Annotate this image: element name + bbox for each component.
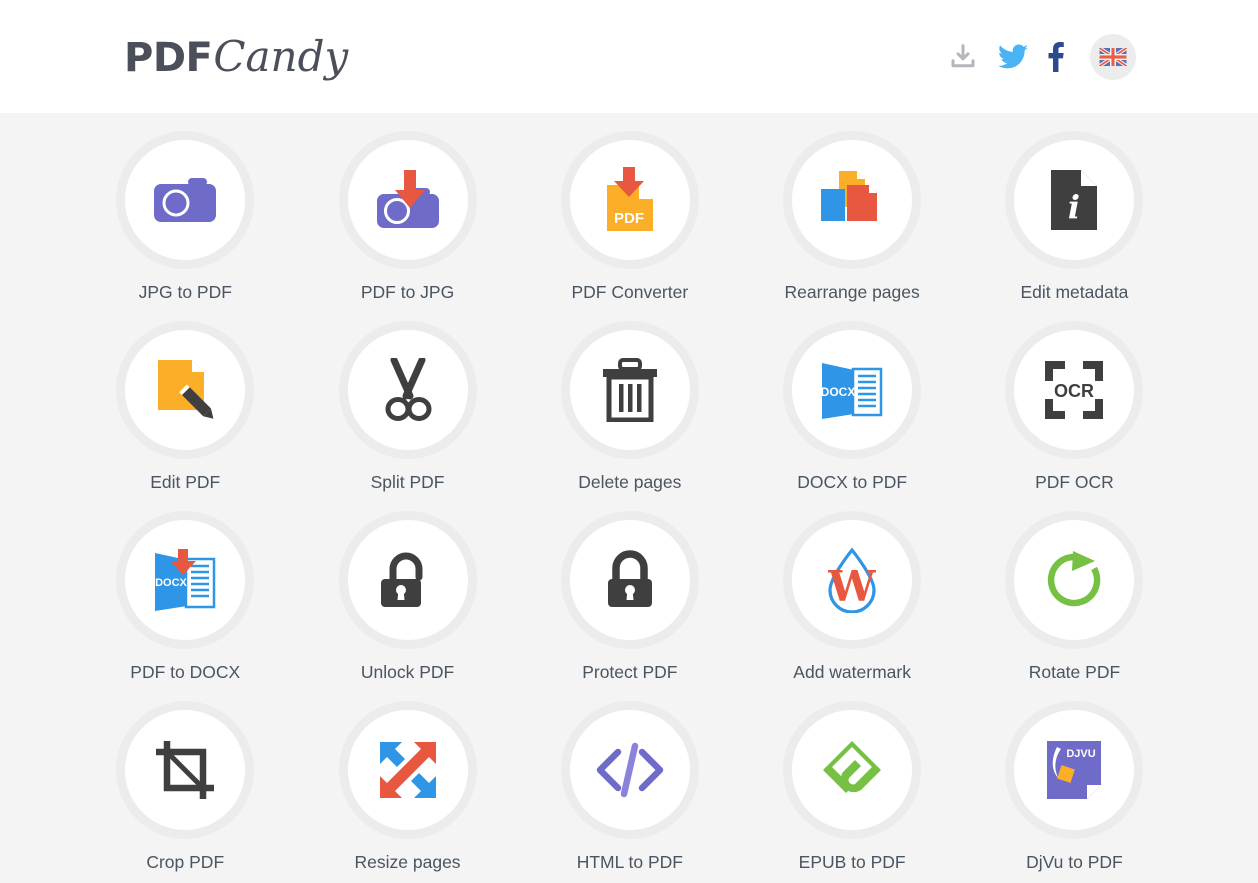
tool-pdf-to-docx[interactable]: DOCX PDF to DOCX [74, 509, 296, 699]
docx-book-download-icon: DOCX [152, 549, 218, 611]
tool-icon-circle [338, 321, 477, 459]
tool-icon-circle: W [783, 511, 922, 649]
tool-icon-circle: DOCX [116, 511, 255, 649]
scissors-icon [380, 358, 436, 422]
code-brackets-icon [595, 742, 665, 798]
ocr-frame-icon: OCR [1043, 359, 1105, 421]
docx-icon-text: DOCX [821, 385, 856, 399]
resize-arrows-icon [377, 739, 439, 801]
tool-label: Rotate PDF [1028, 662, 1121, 682]
logo-pdf-text: PDF [124, 34, 213, 81]
tool-label: PDF OCR [1035, 472, 1114, 492]
tool-edit-pdf[interactable]: Edit PDF [74, 319, 296, 509]
rotate-clockwise-icon [1043, 549, 1105, 611]
tool-rotate-pdf[interactable]: Rotate PDF [963, 509, 1185, 699]
tool-icon-circle [116, 321, 255, 459]
djvu-icon-text: DJVU [1067, 748, 1096, 760]
tool-label: DjVu to PDF [1026, 852, 1123, 872]
tool-label: PDF to DOCX [130, 662, 241, 682]
unlock-icon [379, 549, 437, 611]
tool-icon-circle [1005, 511, 1144, 649]
tool-icon-circle: DJVU [1005, 701, 1144, 839]
docx-book-icon: DOCX [819, 361, 885, 419]
tool-docx-to-pdf[interactable]: DOCX DOCX to PDF [741, 319, 963, 509]
tools-content: JPG to PDF PDF to JPG PDF PDF Converter … [0, 113, 1258, 883]
language-flag-icon [1099, 47, 1127, 66]
tool-resize-pages[interactable]: Resize pages [297, 699, 519, 883]
download-app-icon[interactable] [948, 42, 978, 72]
tool-icon-circle [116, 131, 255, 269]
tool-label: Split PDF [370, 472, 445, 492]
site-logo[interactable]: PDF Candy [124, 31, 349, 81]
tool-icon-circle [338, 701, 477, 839]
tool-icon-circle: OCR [1005, 321, 1144, 459]
tool-label: Resize pages [354, 852, 461, 872]
tool-label: Delete pages [578, 472, 682, 492]
tool-icon-circle: DOCX [783, 321, 922, 459]
pdf-document-download-icon: PDF [599, 167, 661, 233]
ocr-icon-text: OCR [1054, 381, 1094, 401]
header-actions [948, 33, 1136, 80]
tool-icon-circle [783, 701, 922, 839]
tool-icon-circle [560, 321, 699, 459]
language-selector[interactable] [1090, 33, 1136, 80]
info-icon-text: i [1068, 188, 1080, 226]
document-pencil-icon [154, 358, 216, 422]
tool-label: HTML to PDF [576, 852, 683, 872]
pages-stack-icon [819, 169, 885, 231]
tool-label: JPG to PDF [138, 282, 232, 302]
tool-label: Add watermark [793, 662, 911, 682]
pdf-icon-text: PDF [614, 210, 644, 227]
camera-download-icon [373, 168, 443, 232]
crop-icon [154, 739, 216, 801]
tool-add-watermark[interactable]: W Add watermark [741, 509, 963, 699]
tool-label: EPUB to PDF [798, 852, 906, 872]
tool-icon-circle [116, 701, 255, 839]
logo-candy-text: Candy [213, 31, 349, 81]
camera-icon [152, 174, 218, 226]
tool-label: PDF to JPG [360, 282, 455, 302]
tool-icon-circle [338, 131, 477, 269]
tool-label: DOCX to PDF [797, 472, 908, 492]
tool-icon-circle [338, 511, 477, 649]
tools-grid: JPG to PDF PDF to JPG PDF PDF Converter … [0, 129, 1258, 883]
tool-label: Crop PDF [146, 852, 225, 872]
lock-icon [605, 549, 655, 611]
tool-pdf-to-jpg[interactable]: PDF to JPG [297, 129, 519, 319]
tool-label: Unlock PDF [360, 662, 455, 682]
tool-icon-circle [783, 131, 922, 269]
tool-epub-to-pdf[interactable]: EPUB to PDF [741, 699, 963, 883]
watermark-droplet-icon: W [824, 547, 880, 613]
epub-logo-icon [820, 738, 884, 802]
tool-edit-metadata[interactable]: i Edit metadata [963, 129, 1185, 319]
tool-label: Edit metadata [1020, 282, 1129, 302]
twitter-icon[interactable] [998, 44, 1028, 70]
tool-label: Edit PDF [150, 472, 221, 492]
trash-icon [601, 358, 659, 422]
tool-delete-pages[interactable]: Delete pages [519, 319, 741, 509]
tool-label: Rearrange pages [784, 282, 920, 302]
tool-djvu-to-pdf[interactable]: DJVU DjVu to PDF [963, 699, 1185, 883]
tool-pdf-converter[interactable]: PDF PDF Converter [519, 129, 741, 319]
tool-icon-circle: i [1005, 131, 1144, 269]
tool-pdf-ocr[interactable]: OCR PDF OCR [963, 319, 1185, 509]
tool-icon-circle [560, 511, 699, 649]
tool-protect-pdf[interactable]: Protect PDF [519, 509, 741, 699]
djvu-icon: DJVU [1045, 739, 1103, 801]
tool-label: Protect PDF [582, 662, 678, 682]
tool-icon-circle: PDF [560, 131, 699, 269]
tool-unlock-pdf[interactable]: Unlock PDF [297, 509, 519, 699]
site-header: PDF Candy [0, 0, 1258, 113]
facebook-icon[interactable] [1048, 41, 1064, 72]
tool-jpg-to-pdf[interactable]: JPG to PDF [74, 129, 296, 319]
watermark-icon-text: W [828, 562, 877, 611]
tool-split-pdf[interactable]: Split PDF [297, 319, 519, 509]
tool-html-to-pdf[interactable]: HTML to PDF [519, 699, 741, 883]
document-info-icon: i [1049, 168, 1099, 232]
docx-icon-text: DOCX [155, 577, 187, 589]
tool-icon-circle [560, 701, 699, 839]
tool-label: PDF Converter [571, 282, 689, 302]
tool-rearrange-pages[interactable]: Rearrange pages [741, 129, 963, 319]
tool-crop-pdf[interactable]: Crop PDF [74, 699, 296, 883]
